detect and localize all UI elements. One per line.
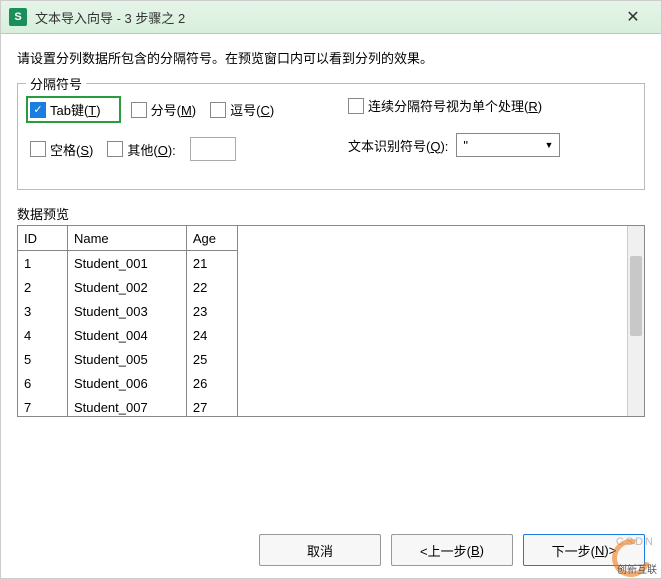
space-checkbox[interactable]: 空格(S) [30,140,93,159]
qualifier-combo[interactable]: " ▼ [456,133,560,157]
vertical-scrollbar[interactable] [627,226,644,416]
checkbox-icon [107,141,123,157]
preview-table: ID Name Age 1Student_00121 2Student_0022… [18,226,238,417]
col-age: Age [186,226,237,251]
back-button[interactable]: <上一步(B) [391,534,513,566]
comma-checkbox[interactable]: 逗号(C) [210,100,274,119]
window-title: 文本导入向导 - 3 步骤之 2 [35,8,613,27]
app-icon: S [9,8,27,26]
checkbox-icon [30,141,46,157]
content-area: 请设置分列数据所包含的分隔符号。在预览窗口内可以看到分列的效果。 分隔符号 ✓ … [1,34,661,190]
qualifier-value: " [463,138,468,153]
preview-box: ID Name Age 1Student_00121 2Student_0022… [17,225,645,417]
close-button[interactable]: ✕ [613,1,653,33]
table-row: 3Student_00323 [18,299,238,323]
footer-buttons: 取消 <上一步(B) 下一步(N)> [259,534,645,566]
preview-label: 数据预览 [17,204,645,223]
other-label: 其他(O): [127,140,175,159]
tab-highlight: ✓ Tab键(T) [26,96,121,123]
delimiter-legend: 分隔符号 [26,74,86,93]
consecutive-label: 连续分隔符号视为单个处理(R) [368,96,542,115]
tab-checkbox[interactable]: ✓ Tab键(T) [30,100,101,119]
col-id: ID [18,226,67,251]
semicolon-checkbox[interactable]: 分号(M) [131,100,197,119]
checkbox-icon: ✓ [30,102,46,118]
table-row: 5Student_00525 [18,347,238,371]
delimiter-fieldset: 分隔符号 ✓ Tab键(T) 分号(M) 逗号(C) [17,83,645,190]
checkbox-icon [348,98,364,114]
close-icon: ✕ [626,7,639,27]
delimiter-right-column: 连续分隔符号视为单个处理(R) 文本识别符号(Q): " ▼ [348,96,560,175]
space-label: 空格(S) [50,140,93,159]
table-row: 4Student_00424 [18,323,238,347]
tab-label: Tab键(T) [50,100,101,119]
wizard-window: S 文本导入向导 - 3 步骤之 2 ✕ 请设置分列数据所包含的分隔符号。在预览… [0,0,662,579]
comma-label: 逗号(C) [230,100,274,119]
consecutive-checkbox[interactable]: 连续分隔符号视为单个处理(R) [348,96,542,115]
table-row: 6Student_00626 [18,371,238,395]
cancel-button[interactable]: 取消 [259,534,381,566]
semicolon-label: 分号(M) [151,100,197,119]
titlebar: S 文本导入向导 - 3 步骤之 2 ✕ [1,1,661,34]
col-name: Name [67,226,186,251]
brand-watermark-text: 创新互联 [617,561,657,576]
checkbox-icon [210,102,226,118]
checkbox-icon [131,102,147,118]
chevron-down-icon: ▼ [545,140,554,150]
table-header-row: ID Name Age [18,226,238,251]
qualifier-label: 文本识别符号(Q): [348,136,448,155]
table-row: 2Student_00222 [18,275,238,299]
instruction-text: 请设置分列数据所包含的分隔符号。在预览窗口内可以看到分列的效果。 [17,48,645,67]
table-row: 1Student_00121 [18,251,238,276]
table-row: 7Student_00727 [18,395,238,417]
scrollbar-thumb[interactable] [630,256,642,336]
other-delimiter-input[interactable] [190,137,236,161]
other-checkbox[interactable]: 其他(O): [107,140,175,159]
